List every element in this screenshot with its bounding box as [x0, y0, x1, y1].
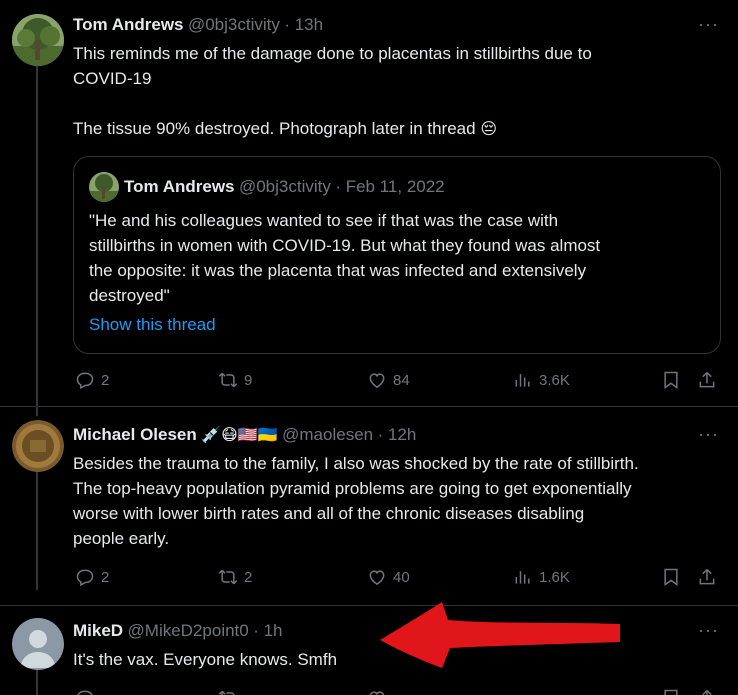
- timestamp[interactable]: · 13h: [284, 15, 323, 34]
- retweet-button[interactable]: 2: [218, 567, 252, 587]
- name-emojis: 💉😷🇺🇸🇺🇦: [201, 427, 278, 444]
- divider: [0, 406, 738, 407]
- more-icon[interactable]: ···: [698, 620, 719, 641]
- author-name[interactable]: Michael Olesen: [73, 425, 197, 444]
- tweet-text: Besides the trauma to the family, I also…: [73, 454, 639, 548]
- author-handle[interactable]: @0bj3ctivity: [188, 15, 280, 34]
- default-avatar[interactable]: [12, 618, 64, 670]
- person-silhouette-icon: [20, 630, 56, 668]
- thread-line: [36, 66, 38, 416]
- timestamp[interactable]: · 1h: [253, 621, 282, 640]
- tweet-text: It's the vax. Everyone knows. Smfh: [73, 650, 338, 669]
- quoted-tweet[interactable]: Tom Andrews @0bj3ctivity · Feb 11, 2022 …: [73, 156, 721, 354]
- retweet-icon: [218, 569, 238, 585]
- quoted-date[interactable]: · Feb 11, 2022: [335, 177, 444, 196]
- share-icon[interactable]: [697, 688, 717, 695]
- bookmark-icon[interactable]: [661, 688, 681, 695]
- more-icon[interactable]: ···: [698, 14, 719, 35]
- tree-photo: [12, 14, 64, 66]
- reply-icon: [76, 569, 94, 587]
- coin-medallion: [12, 420, 64, 472]
- retweet-button[interactable]: 9: [218, 370, 252, 390]
- views-button[interactable]: 1.6K: [513, 567, 570, 587]
- author-handle[interactable]: @MikeD2point0: [128, 621, 249, 640]
- quoted-author-handle[interactable]: @0bj3ctivity: [239, 177, 331, 196]
- share-button[interactable]: [697, 370, 717, 390]
- bookmark-button[interactable]: [661, 370, 681, 390]
- tree-photo: [89, 172, 119, 202]
- like-button[interactable]: 40: [367, 567, 410, 587]
- author-name[interactable]: Tom Andrews: [73, 15, 184, 34]
- views-icon: [515, 374, 530, 387]
- like-button[interactable]: 84: [367, 370, 410, 390]
- bookmark-icon: [664, 371, 678, 389]
- thread-line: [36, 470, 38, 590]
- reply-icon: [76, 372, 94, 390]
- avatar[interactable]: [12, 420, 64, 472]
- share-icon: [699, 568, 715, 585]
- avatar[interactable]: [12, 14, 64, 66]
- timestamp[interactable]: · 12h: [378, 425, 417, 444]
- share-button[interactable]: [697, 567, 717, 587]
- author-name[interactable]: MikeD: [73, 621, 123, 640]
- reply-button[interactable]: 2: [75, 567, 109, 587]
- red-arrow-annotation: [380, 602, 620, 668]
- show-thread-link[interactable]: Show this thread: [89, 315, 216, 335]
- like-icon[interactable]: [367, 688, 387, 695]
- author-handle[interactable]: @maolesen: [282, 425, 373, 444]
- action-bar-partial: [0, 688, 738, 695]
- bookmark-icon: [664, 568, 678, 586]
- quoted-author-name[interactable]: Tom Andrews: [124, 177, 235, 196]
- pensive-emoji: 😔: [480, 121, 498, 138]
- like-icon: [369, 373, 385, 388]
- share-icon: [699, 371, 715, 388]
- avatar[interactable]: [89, 172, 119, 202]
- reply-button[interactable]: 2: [75, 370, 109, 390]
- quoted-text: "He and his colleagues wanted to see if …: [89, 211, 601, 305]
- tweet-text: This reminds me of the damage done to pl…: [73, 44, 592, 138]
- views-button[interactable]: 3.6K: [513, 370, 570, 390]
- views-icon: [515, 571, 530, 584]
- more-icon[interactable]: ···: [698, 424, 719, 445]
- bookmark-button[interactable]: [661, 567, 681, 587]
- reply-icon[interactable]: [75, 688, 95, 695]
- retweet-icon[interactable]: [218, 688, 238, 695]
- retweet-icon: [218, 372, 238, 388]
- like-icon: [369, 570, 385, 585]
